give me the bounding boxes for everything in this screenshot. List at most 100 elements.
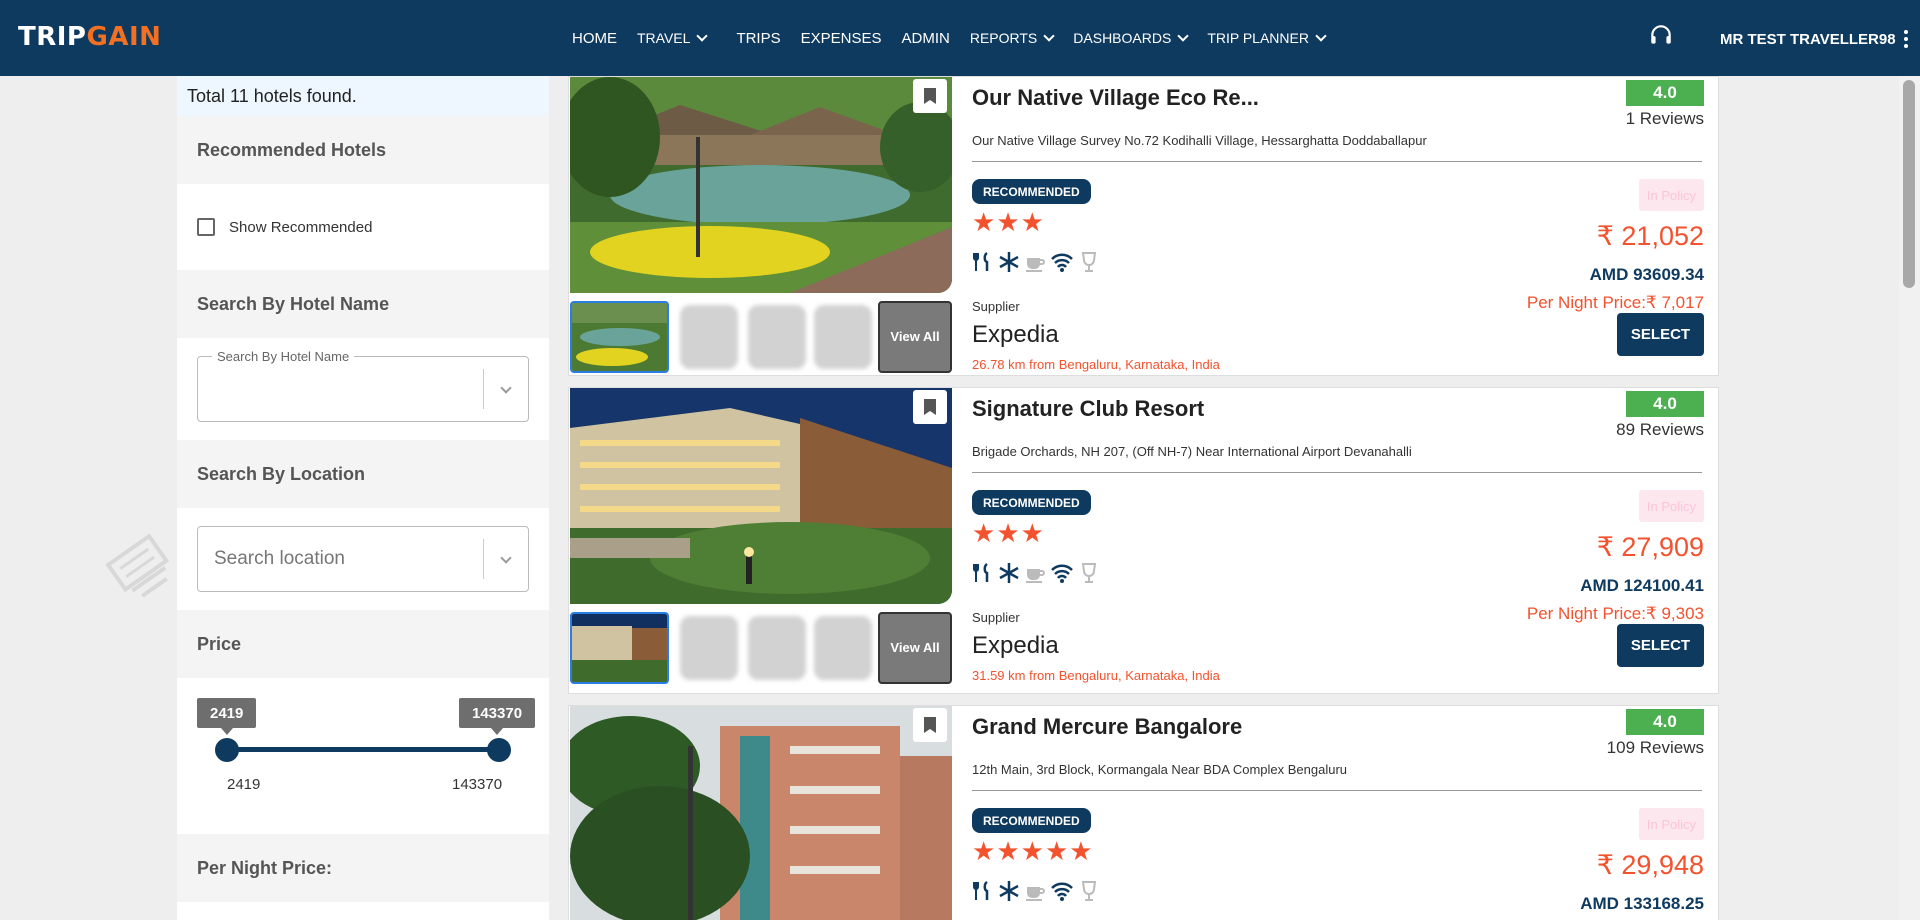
- nav-home[interactable]: HOME: [572, 30, 617, 47]
- wifi-icon: [1051, 253, 1073, 272]
- nav-trips[interactable]: TRIPS: [736, 30, 780, 47]
- hotel-main-photo[interactable]: [570, 388, 952, 604]
- supplier-name: Expedia: [972, 321, 1059, 348]
- reviews-count[interactable]: 109 Reviews: [1607, 738, 1704, 758]
- policy-badge: In Policy: [1639, 808, 1704, 840]
- star-rating: ★ ★ ★: [972, 209, 1045, 235]
- thumbnail-placeholder: [814, 616, 872, 680]
- view-all-button[interactable]: View All: [878, 301, 952, 373]
- hotel-name-heading: Search By Hotel Name: [177, 270, 549, 338]
- supplier-name: Expedia: [972, 632, 1059, 659]
- show-recommended-label: Show Recommended: [229, 218, 373, 236]
- hotel-name-field[interactable]: Search By Hotel Name: [197, 349, 529, 422]
- per-night-price: Per Night Price:₹ 7,017: [1526, 293, 1704, 312]
- divider: [972, 161, 1702, 162]
- air-conditioning-icon: [999, 563, 1019, 583]
- thumbnail-placeholder: [680, 305, 738, 369]
- field-separator: [483, 539, 484, 579]
- slider-min-handle[interactable]: [215, 738, 239, 762]
- hotel-name[interactable]: Signature Club Resort: [972, 396, 1204, 422]
- recommended-badge: RECOMMENDED: [972, 808, 1091, 833]
- reviews-count[interactable]: 1 Reviews: [1626, 109, 1704, 129]
- nav-travel[interactable]: TRAVEL: [637, 30, 709, 46]
- nav-admin[interactable]: ADMIN: [902, 30, 950, 47]
- scrollbar-thumb[interactable]: [1903, 80, 1915, 288]
- total-price: ₹ 21,052: [1596, 221, 1704, 251]
- show-recommended-checkbox[interactable]: Show Recommended: [197, 184, 529, 270]
- air-conditioning-icon: [999, 881, 1019, 901]
- chevron-down-icon[interactable]: [500, 552, 512, 564]
- star-icon: ★: [972, 207, 996, 237]
- select-button[interactable]: SELECT: [1617, 313, 1704, 356]
- distance-text: 31.59 km from Bengaluru, Karnataka, Indi…: [972, 668, 1220, 683]
- price-min-bubble: 2419: [197, 698, 257, 735]
- location-input[interactable]: [198, 527, 478, 591]
- nav-trip-planner[interactable]: TRIP PLANNER: [1207, 30, 1327, 46]
- user-menu[interactable]: MR TEST TRAVELLER98: [1720, 30, 1908, 48]
- hotel-name-input[interactable]: [198, 357, 478, 421]
- slider-max-handle[interactable]: [487, 738, 511, 762]
- star-icon: ★: [1044, 836, 1069, 866]
- more-vert-icon[interactable]: [1903, 30, 1908, 48]
- hotel-address: Our Native Village Survey No.72 Kodihall…: [972, 133, 1427, 148]
- bar-icon: [1081, 563, 1097, 583]
- headset-icon[interactable]: [1648, 22, 1674, 48]
- divider: [972, 472, 1702, 473]
- bookmark-icon[interactable]: [913, 79, 947, 113]
- view-all-button[interactable]: View All: [878, 612, 952, 684]
- page-scrollbar[interactable]: [1899, 76, 1920, 920]
- price-heading: Price: [177, 610, 549, 678]
- price-min-value: 2419: [227, 776, 261, 793]
- hotel-thumbnail[interactable]: [570, 301, 669, 373]
- star-icon: ★: [996, 836, 1020, 866]
- hotel-main-photo[interactable]: [570, 706, 952, 920]
- rating-badge: 4.0: [1626, 709, 1704, 735]
- total-price: ₹ 27,909: [1596, 532, 1704, 562]
- hotel-address: 12th Main, 3rd Block, Kormangala Near BD…: [972, 762, 1348, 777]
- star-icon: ★: [1069, 836, 1093, 866]
- photo-thumbnails: View All: [570, 612, 952, 686]
- bookmark-icon[interactable]: [913, 708, 947, 742]
- reviews-count[interactable]: 89 Reviews: [1616, 420, 1704, 440]
- per-night-price: Per Night Price:₹ 9,303: [1526, 604, 1704, 623]
- recommended-heading: Recommended Hotels: [177, 116, 549, 184]
- nav-reports[interactable]: REPORTS: [970, 30, 1055, 46]
- star-icon: ★: [1020, 518, 1044, 548]
- location-heading: Search By Location: [177, 440, 549, 508]
- hotel-card: View All Our Native Village Eco Re... Ou…: [568, 76, 1719, 376]
- hotel-card: View All Signature Club Resort Brigade O…: [568, 387, 1719, 694]
- amenities: [972, 562, 1100, 584]
- hotel-thumbnail[interactable]: [570, 612, 669, 684]
- wifi-icon: [1051, 564, 1073, 583]
- hotel-main-photo[interactable]: [570, 77, 952, 293]
- bookmark-icon[interactable]: [913, 390, 947, 424]
- star-icon: ★: [972, 518, 996, 548]
- converted-price: AMD 133168.25: [1580, 894, 1704, 913]
- logo-text-gain: GAIN: [86, 22, 162, 52]
- recommended-badge: RECOMMENDED: [972, 490, 1091, 515]
- price-range-slider[interactable]: 2419 143370 2419 143370: [177, 678, 549, 834]
- chevron-down-icon[interactable]: [500, 382, 512, 394]
- price-max-value: 143370: [452, 776, 503, 793]
- hotel-name[interactable]: Our Native Village Eco Re...: [972, 85, 1259, 111]
- star-rating: ★ ★ ★: [972, 520, 1045, 546]
- converted-price: AMD 124100.41: [1580, 576, 1704, 595]
- air-conditioning-icon: [999, 252, 1019, 272]
- field-separator: [483, 369, 484, 409]
- nav-expenses[interactable]: EXPENSES: [801, 30, 882, 47]
- coffee-icon: [1026, 258, 1045, 272]
- thumbnail-placeholder: [680, 616, 738, 680]
- slider-track[interactable]: [227, 747, 499, 752]
- star-icon: ★: [996, 207, 1020, 237]
- tripgain-logo[interactable]: TRIP GAIN: [18, 22, 161, 52]
- select-button[interactable]: SELECT: [1617, 624, 1704, 667]
- supplier-label: Supplier: [972, 299, 1020, 314]
- policy-badge: In Policy: [1639, 490, 1704, 522]
- rating-badge: 4.0: [1626, 80, 1704, 106]
- hotel-name[interactable]: Grand Mercure Bangalore: [972, 714, 1242, 740]
- nav-dashboards[interactable]: DASHBOARDS: [1073, 30, 1189, 46]
- location-field[interactable]: [197, 526, 529, 592]
- checkbox-box[interactable]: [197, 218, 215, 236]
- star-icon: ★: [1020, 836, 1044, 866]
- main-nav: HOME TRAVEL TRIPS EXPENSES ADMIN REPORTS…: [572, 0, 1345, 76]
